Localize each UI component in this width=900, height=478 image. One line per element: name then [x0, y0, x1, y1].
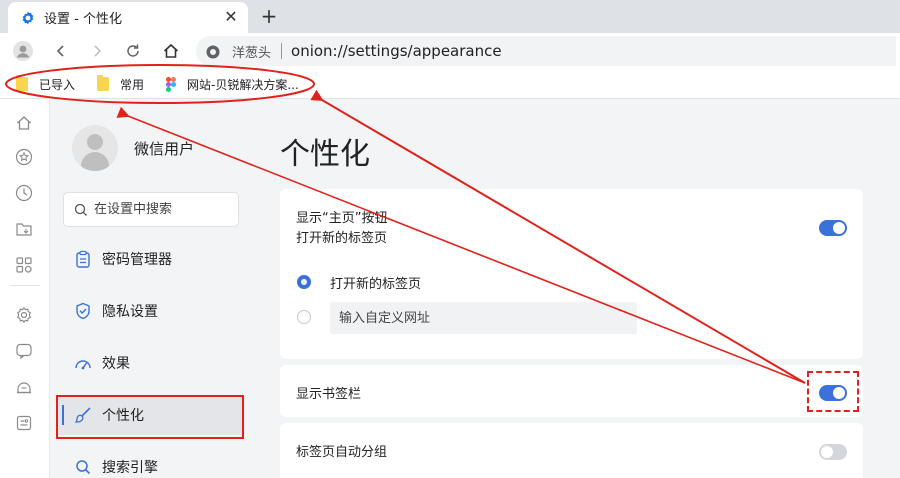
home-button-card: 显示“主页”按钮 打开新的标签页 打开新的标签页 — [280, 189, 863, 359]
home-icon[interactable] — [14, 113, 34, 133]
bookmarks-bar: 已导入 常用 网站-贝锐解决方案... — [0, 69, 900, 99]
profile-name: 微信用户 — [134, 139, 195, 158]
icon-rail — [0, 99, 50, 478]
tab-grouping-card: 标签页自动分组 — [280, 423, 863, 478]
sidebar-item-personalization[interactable]: 个性化 — [58, 395, 244, 435]
sidebar-item-label: 效果 — [102, 356, 130, 372]
settings-search[interactable] — [63, 192, 239, 227]
home-button-subtitle: 打开新的标签页 — [296, 231, 388, 246]
tab-settings[interactable]: 设置 - 个性化 ✕ — [8, 2, 248, 33]
bookmark-label: 已导入 — [39, 77, 76, 92]
home-icon[interactable] — [160, 41, 182, 61]
sidebar-item-search-engine[interactable]: 搜索引擎 — [58, 447, 244, 478]
search-input[interactable] — [94, 202, 234, 217]
apps-icon[interactable] — [14, 255, 34, 275]
rail-divider — [10, 285, 40, 286]
star-icon[interactable] — [14, 147, 34, 167]
search-icon — [74, 203, 88, 217]
radio-new-tab-label: 打开新的标签页 — [330, 277, 422, 292]
tab-title: 设置 - 个性化 — [44, 12, 122, 27]
sidebar-item-label: 隐私设置 — [102, 304, 158, 320]
history-icon[interactable] — [14, 183, 34, 203]
bookmark-label: 常用 — [120, 77, 145, 92]
figma-icon — [166, 76, 176, 92]
custom-url-input[interactable] — [330, 302, 637, 334]
forward-icon[interactable] — [86, 41, 108, 61]
site-name: 洋葱头 — [232, 45, 272, 61]
chat-icon[interactable] — [14, 341, 34, 361]
back-icon[interactable] — [50, 41, 72, 61]
cloud-icon[interactable] — [14, 377, 34, 397]
profile[interactable]: 微信用户 — [72, 125, 194, 171]
bookmark-website[interactable]: 网站-贝锐解决方案... — [166, 75, 299, 93]
address-divider — [281, 43, 283, 59]
shield-icon — [74, 302, 92, 320]
gauge-icon — [74, 354, 92, 372]
radio-custom-url[interactable] — [297, 310, 311, 324]
settings-main: 个性化 显示“主页”按钮 打开新的标签页 打开新的标签页 显示书签栏 标签页自动… — [262, 99, 900, 478]
tab-grouping-title: 标签页自动分组 — [296, 445, 388, 460]
settings-sidebar: 微信用户 密码管理器 隐私设置 效果 个性化 搜索引擎 — [50, 99, 262, 478]
avatar — [72, 125, 118, 171]
sidebar-item-label: 搜索引擎 — [102, 460, 158, 476]
radio-new-tab[interactable] — [297, 275, 311, 289]
bookmark-folder-imported[interactable]: 已导入 — [16, 75, 75, 93]
sidebar-item-effects[interactable]: 效果 — [58, 343, 244, 383]
new-tab-button[interactable]: + — [258, 5, 280, 27]
bookmark-label: 网站-贝锐解决方案... — [187, 77, 299, 92]
clipboard-icon — [74, 250, 92, 268]
page-title: 个性化 — [280, 137, 370, 172]
toolbar: 洋葱头 onion://settings/appearance — [0, 33, 900, 69]
toolbox-icon[interactable] — [14, 413, 34, 433]
bookmarks-bar-toggle[interactable] — [819, 385, 847, 401]
close-icon[interactable]: ✕ — [222, 8, 240, 26]
downloads-icon[interactable] — [14, 219, 34, 239]
folder-icon — [97, 75, 109, 91]
home-button-title: 显示“主页”按钮 — [296, 211, 388, 226]
gear-icon — [20, 10, 36, 26]
tab-grouping-toggle[interactable] — [819, 444, 847, 460]
brush-icon — [74, 406, 92, 424]
onion-icon — [206, 44, 220, 59]
tab-strip: 设置 - 个性化 ✕ + — [0, 0, 900, 33]
address-bar[interactable]: 洋葱头 onion://settings/appearance — [196, 36, 896, 66]
reload-icon[interactable] — [122, 41, 144, 61]
bookmarks-bar-title: 显示书签栏 — [296, 387, 362, 402]
bookmarks-bar-card: 显示书签栏 — [280, 365, 863, 417]
folder-icon — [16, 75, 28, 91]
sidebar-item-label: 个性化 — [102, 408, 144, 424]
profile-avatar-button[interactable] — [12, 41, 34, 61]
sidebar-item-privacy[interactable]: 隐私设置 — [58, 291, 244, 331]
sidebar-item-password-manager[interactable]: 密码管理器 — [58, 239, 244, 279]
bookmark-folder-common[interactable]: 常用 — [97, 75, 144, 93]
sidebar-item-label: 密码管理器 — [102, 252, 172, 268]
url-text[interactable]: onion://settings/appearance — [291, 42, 502, 60]
search-icon — [74, 458, 92, 476]
settings-icon[interactable] — [14, 305, 34, 325]
home-button-toggle[interactable] — [819, 220, 847, 236]
